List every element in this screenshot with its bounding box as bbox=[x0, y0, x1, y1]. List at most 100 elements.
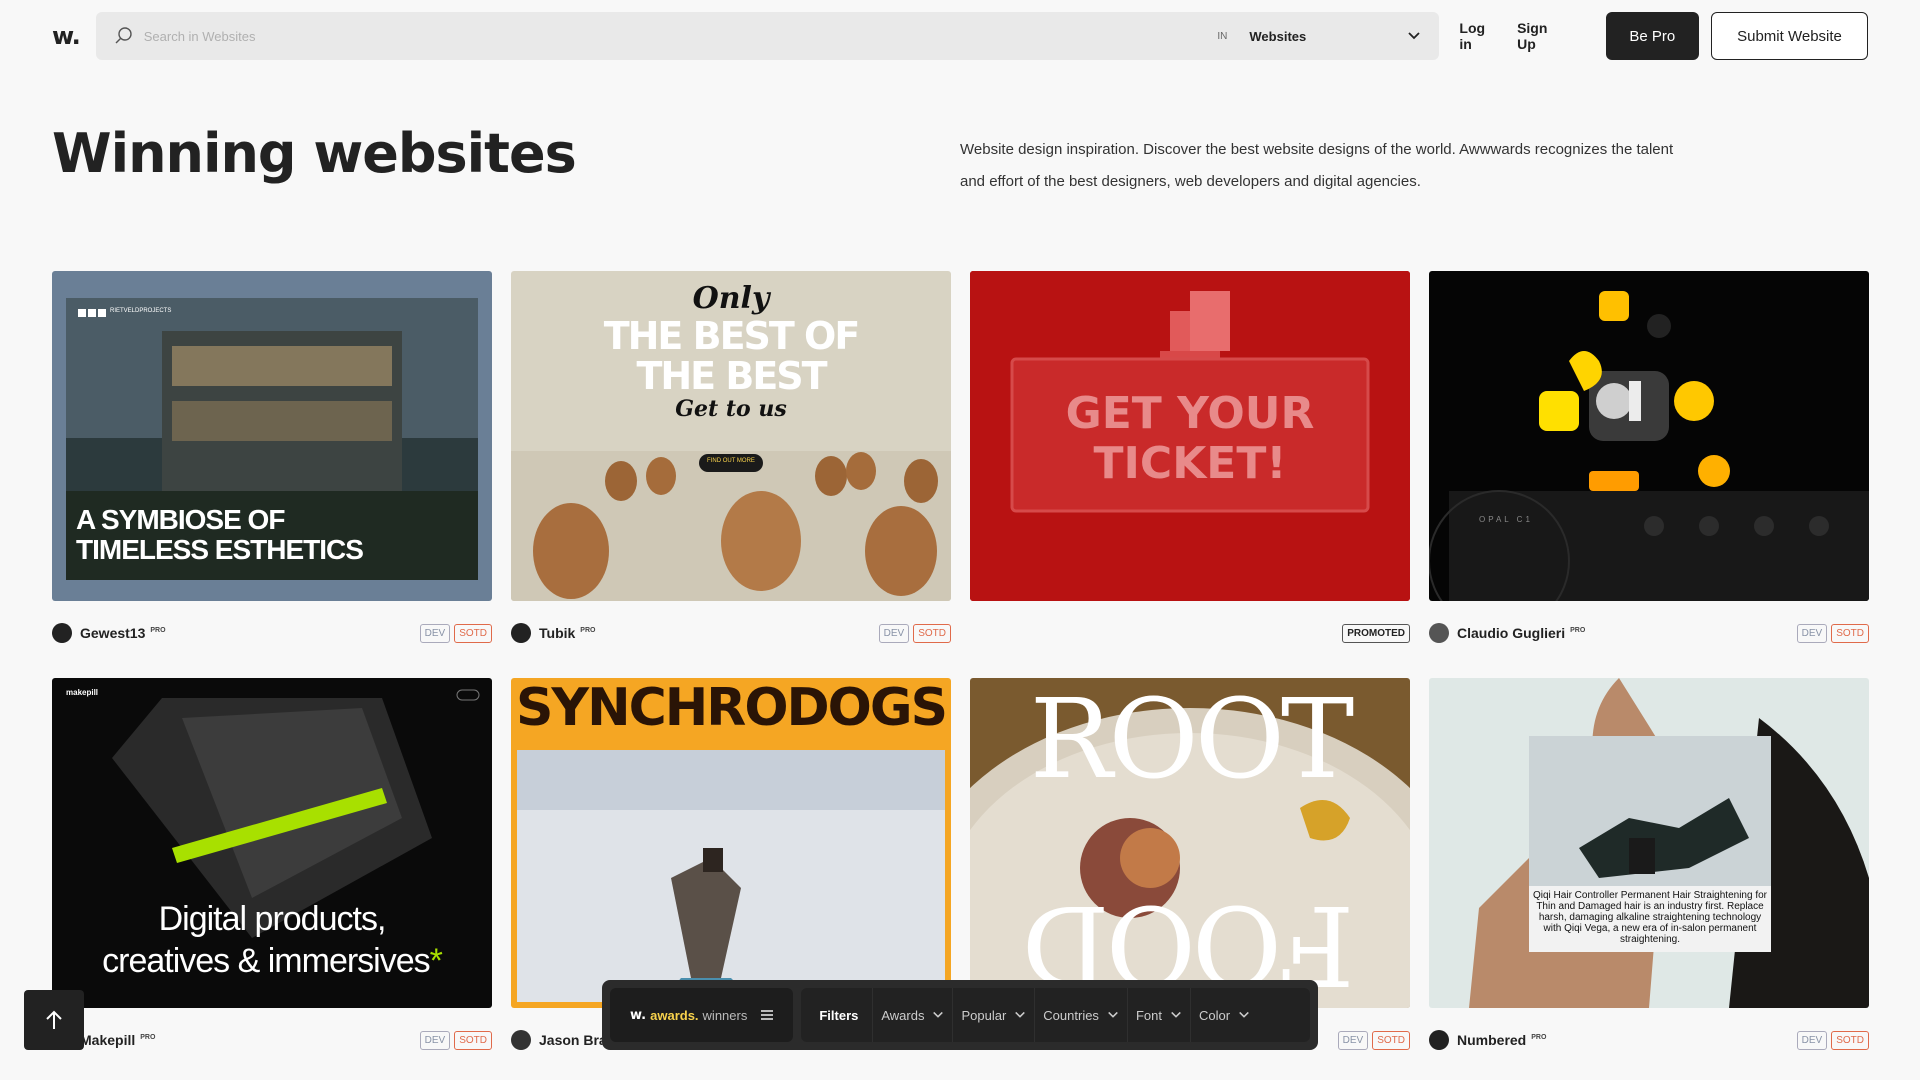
card-thumbnail[interactable]: ROOT FOOD bbox=[970, 678, 1410, 1008]
chevron-down-icon bbox=[1408, 32, 1421, 40]
pro-badge: PRO bbox=[1570, 626, 1586, 634]
pro-badge: PRO bbox=[1531, 1033, 1547, 1041]
card-thumbnail[interactable]: Only THE BEST OF THE BEST Get to us FIND… bbox=[511, 271, 951, 601]
tag-sotd: SOTD bbox=[1831, 1030, 1869, 1050]
author-name[interactable]: Tubik bbox=[539, 625, 575, 641]
thumb-headline-line: Only bbox=[692, 281, 770, 316]
filter-bar: w. awards. winners Filters Awards Popula… bbox=[602, 980, 1318, 1050]
brand-w: w. bbox=[630, 1007, 647, 1023]
avatar[interactable] bbox=[511, 623, 531, 643]
card-thumbnail[interactable]: OPAL C1 bbox=[1429, 271, 1869, 601]
thumb-headline-line: TICKET! bbox=[1093, 438, 1287, 489]
website-card[interactable]: Qiqi Hair Controller Permanent Hair Stra… bbox=[1429, 678, 1869, 1056]
thumb-logo-text: makepill bbox=[66, 688, 99, 697]
thumb-headline-line: THE BEST bbox=[636, 354, 827, 398]
chevron-down-icon bbox=[933, 1011, 944, 1018]
card-thumbnail[interactable]: RIETVELDPROJECTS A SYMBIOSE OF TIMELESS … bbox=[52, 271, 492, 601]
filter-label: Font bbox=[1135, 1007, 1162, 1023]
filters-toggle[interactable]: Filters bbox=[811, 988, 874, 1042]
thumb-headline: SYNCHRODOGS bbox=[515, 678, 948, 738]
card-meta: Tubik PRO DEV SOTD bbox=[511, 617, 951, 649]
submit-website-button[interactable]: Submit Website bbox=[1710, 12, 1868, 60]
page-title: Winning websites bbox=[52, 122, 577, 185]
tag-promoted: PROMOTED bbox=[1342, 623, 1410, 643]
chevron-down-icon bbox=[1239, 1011, 1249, 1018]
search-scope-select[interactable]: Websites bbox=[1249, 29, 1421, 44]
thumb-headline-line: A SYMBIOSE OF bbox=[76, 504, 285, 535]
search-input[interactable] bbox=[143, 28, 1218, 44]
website-card[interactable]: GET YOUR TICKET! PROMOTED bbox=[970, 271, 1410, 649]
tag-sotd: SOTD bbox=[1831, 623, 1869, 643]
card-thumbnail[interactable]: SYNCHRODOGS bbox=[511, 678, 951, 1008]
tag-dev: DEV bbox=[419, 1030, 451, 1050]
filter-popular[interactable]: Popular bbox=[953, 988, 1036, 1042]
tag-sotd: SOTD bbox=[913, 623, 951, 643]
thumb-headline-line: ROOT bbox=[1029, 678, 1355, 803]
login-link[interactable]: Log in bbox=[1459, 20, 1501, 52]
search-scope-value: Websites bbox=[1249, 28, 1307, 44]
awwwards-logo[interactable]: w. bbox=[52, 22, 94, 50]
tag-sotd: SOTD bbox=[1372, 1030, 1410, 1050]
filter-label: Awards bbox=[881, 1007, 925, 1023]
search-in-label: IN bbox=[1217, 30, 1228, 42]
awards-category-menu[interactable]: w. awards. winners bbox=[610, 988, 794, 1042]
website-card[interactable]: RIETVELDPROJECTS A SYMBIOSE OF TIMELESS … bbox=[52, 271, 492, 649]
tag-sotd: SOTD bbox=[454, 1030, 492, 1050]
avatar[interactable] bbox=[1429, 623, 1449, 643]
website-card[interactable]: OPAL C1 Claudio Guglieri PRO DEV SOTD bbox=[1429, 271, 1869, 649]
search-icon bbox=[115, 27, 132, 44]
thumb-headline-line: TIMELESS ESTHETICS bbox=[76, 534, 364, 565]
card-thumbnail[interactable]: GET YOUR TICKET! bbox=[970, 271, 1410, 601]
thumb-cta-text: FIND OUT MORE bbox=[707, 458, 755, 464]
avatar[interactable] bbox=[511, 1030, 531, 1050]
avatar[interactable] bbox=[1429, 1030, 1449, 1050]
chevron-down-icon bbox=[1108, 1011, 1118, 1018]
tag-sotd: SOTD bbox=[454, 623, 492, 643]
card-thumbnail[interactable]: Qiqi Hair Controller Permanent Hair Stra… bbox=[1429, 678, 1869, 1008]
filter-awards[interactable]: Awards bbox=[873, 988, 954, 1042]
pro-badge: PRO bbox=[150, 626, 166, 634]
author-name[interactable]: Claudio Guglieri bbox=[1457, 625, 1565, 641]
author-name[interactable]: Jason Bra bbox=[539, 1032, 607, 1048]
filter-label: Countries bbox=[1043, 1007, 1099, 1023]
card-meta: PROMOTED bbox=[970, 617, 1410, 649]
thumbnail-image bbox=[1429, 291, 1869, 601]
pro-badge: PRO bbox=[140, 1033, 156, 1041]
thumb-headline-line: Digital products, bbox=[158, 900, 387, 938]
avatar[interactable] bbox=[52, 623, 72, 643]
chevron-down-icon bbox=[1015, 1011, 1026, 1018]
thumb-caption: Qiqi Hair Controller Permanent Hair Stra… bbox=[1533, 890, 1767, 945]
menu-icon bbox=[761, 1010, 774, 1020]
card-meta: Numbered PRO DEV SOTD bbox=[1429, 1024, 1869, 1056]
filter-group: Filters Awards Popular Countries Font Co… bbox=[801, 988, 1310, 1042]
tag-dev: DEV bbox=[419, 623, 451, 643]
auth-links: Log in Sign Up bbox=[1459, 20, 1569, 52]
filter-color[interactable]: Color bbox=[1191, 988, 1258, 1042]
signup-link[interactable]: Sign Up bbox=[1517, 20, 1570, 52]
author-name[interactable]: Gewest13 bbox=[80, 625, 145, 641]
website-card[interactable]: makepill Digital products, creatives & i… bbox=[52, 678, 492, 1056]
thumb-small-text: OPAL C1 bbox=[1479, 515, 1533, 524]
author-name[interactable]: Makepill bbox=[80, 1032, 135, 1048]
scroll-to-top-button[interactable] bbox=[24, 990, 84, 1050]
thumb-headline: Only THE BEST OF THE BEST Get to us bbox=[511, 281, 951, 422]
page-description: Website design inspiration. Discover the… bbox=[960, 141, 1674, 190]
filter-font[interactable]: Font bbox=[1128, 988, 1191, 1042]
card-meta: Gewest13 PRO DEV SOTD bbox=[52, 617, 492, 649]
arrow-up-icon bbox=[46, 1010, 62, 1029]
chevron-down-icon bbox=[1171, 1011, 1181, 1018]
thumb-headline: A SYMBIOSE OF TIMELESS ESTHETICS bbox=[76, 504, 364, 565]
author-name[interactable]: Numbered bbox=[1457, 1032, 1526, 1048]
be-pro-button[interactable]: Be Pro bbox=[1605, 12, 1699, 60]
thumbnail-image bbox=[1469, 678, 1869, 1008]
thumb-headline-line: Get to us bbox=[675, 396, 787, 422]
website-card[interactable]: Only THE BEST OF THE BEST Get to us FIND… bbox=[511, 271, 951, 649]
thumb-headline: ROOT bbox=[970, 684, 1410, 794]
filter-countries[interactable]: Countries bbox=[1035, 988, 1128, 1042]
thumb-headline-line: creatives & immersives bbox=[102, 942, 431, 980]
thumb-headline-line: THE BEST OF bbox=[603, 314, 861, 358]
top-header: w. IN Websites Log in Sign Up Be Pro Sub… bbox=[52, 12, 1868, 60]
search-bar[interactable]: IN Websites bbox=[95, 12, 1440, 60]
card-thumbnail[interactable]: makepill Digital products, creatives & i… bbox=[52, 678, 492, 1008]
card-meta: Claudio Guglieri PRO DEV SOTD bbox=[1429, 617, 1869, 649]
